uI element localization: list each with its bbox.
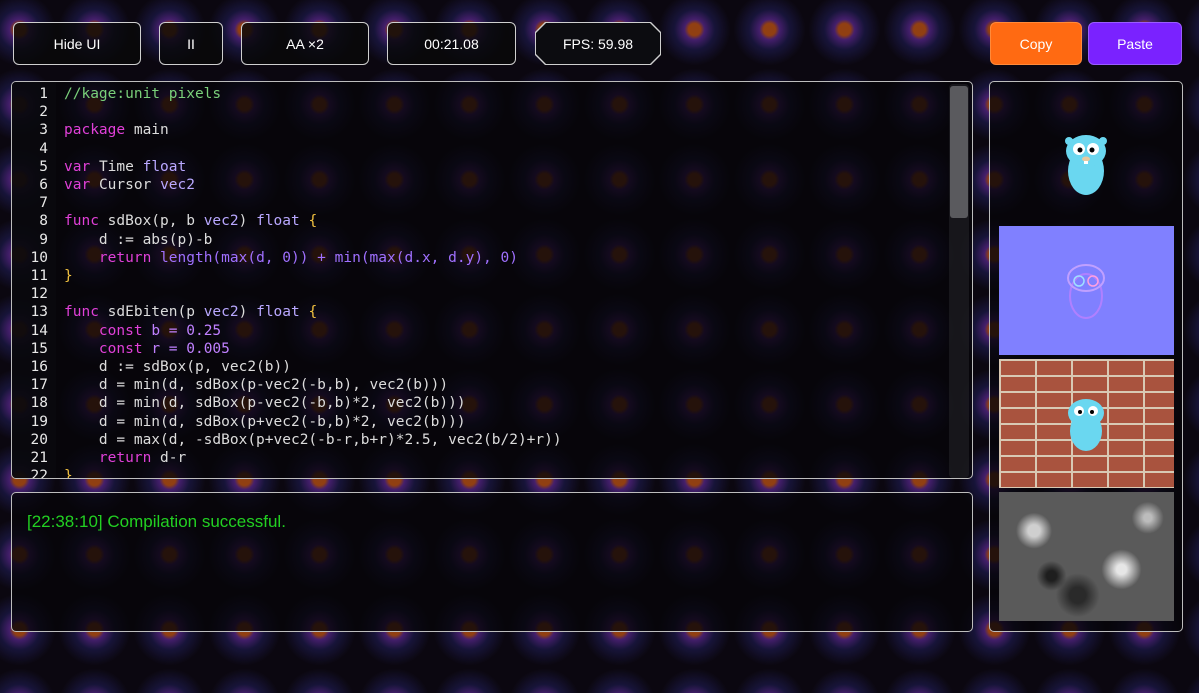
paste-label: Paste	[1117, 35, 1153, 52]
time-label: 00:21.08	[424, 35, 479, 52]
normal-map-image	[999, 226, 1174, 355]
antialias-label: AA ×2	[286, 35, 324, 52]
copy-button[interactable]: Copy	[990, 22, 1082, 65]
copy-label: Copy	[1019, 35, 1053, 52]
hide-ui-label: Hide UI	[53, 35, 101, 52]
console-panel: [22:38:10] Compilation successful.	[11, 492, 973, 632]
gopher-image	[999, 93, 1174, 222]
time-display: 00:21.08	[387, 22, 516, 65]
code-text[interactable]: 1//kage:unit pixels 2 3 package main 4 5v…	[12, 85, 562, 478]
antialias-button[interactable]: AA ×2	[241, 22, 369, 65]
hide-ui-button[interactable]: Hide UI	[13, 22, 141, 65]
image-panel	[989, 81, 1183, 632]
gopher-icon	[1065, 135, 1107, 195]
editor-scrollbar[interactable]	[949, 84, 969, 478]
pause-icon: II	[187, 35, 195, 52]
scrollbar-thumb[interactable]	[950, 86, 968, 218]
fps-display: FPS: 59.98	[535, 22, 661, 65]
console-message: [22:38:10] Compilation successful.	[27, 512, 286, 531]
fps-label: FPS: 59.98	[562, 35, 634, 52]
code-editor[interactable]: 1//kage:unit pixels 2 3 package main 4 5v…	[11, 81, 973, 479]
brick-gopher-image	[999, 359, 1174, 488]
paste-button[interactable]: Paste	[1088, 22, 1182, 65]
noise-texture-image	[999, 492, 1174, 621]
pause-button[interactable]: II	[159, 22, 223, 65]
